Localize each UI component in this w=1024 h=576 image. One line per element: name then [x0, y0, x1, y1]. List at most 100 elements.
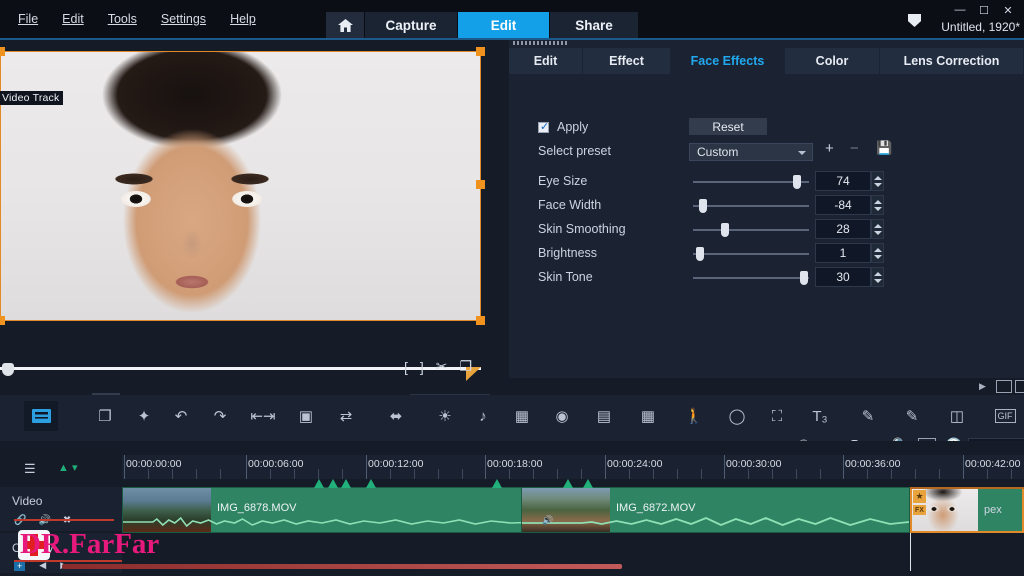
slider-track[interactable]	[693, 181, 809, 183]
expand-clip-icon[interactable]: ⬌	[379, 401, 413, 431]
ruler-minor-tick	[915, 469, 916, 479]
slider-value[interactable]: -84	[815, 195, 871, 215]
cut-icon[interactable]: ✂	[436, 358, 448, 375]
table-row[interactable]: ★ FX pex	[910, 487, 1024, 533]
tab-face-effects[interactable]: Face Effects	[671, 48, 785, 74]
fit-to-timeline-icon[interactable]: ⇤⇥	[246, 401, 280, 431]
ruler-tick	[246, 455, 247, 479]
save-icon[interactable]: 💾	[876, 140, 892, 156]
apply-checkbox[interactable]	[538, 122, 549, 133]
track-manager-icon[interactable]: ☰	[24, 461, 36, 477]
slider-thumb[interactable]	[696, 247, 704, 261]
table-row[interactable]: IMG_6872.MOV 🔊	[521, 487, 910, 533]
tab-color[interactable]: Color	[785, 48, 880, 74]
table-row[interactable]: IMG_6878.MOV	[122, 487, 542, 533]
face-track-icon[interactable]: ⛶	[760, 401, 794, 431]
add-track-icon[interactable]: +	[14, 561, 25, 571]
timeline-marker[interactable]	[328, 479, 338, 488]
tab-edit-props[interactable]: Edit	[509, 48, 583, 74]
menu-item-settings[interactable]: Settings	[151, 9, 216, 29]
slider-thumb[interactable]	[800, 271, 808, 285]
slider-track[interactable]	[693, 253, 809, 255]
minus-icon[interactable]: −	[850, 140, 859, 157]
preview-panel: Video Track [ ] ✂ ❐ Project Clip ⏮ ◀❘ ❘▶…	[0, 40, 509, 395]
slider-value[interactable]: 28	[815, 219, 871, 239]
menu-item-edit[interactable]: Edit	[52, 9, 94, 29]
clip-mute-icon[interactable]: 🔊	[542, 515, 553, 526]
slider-stepper[interactable]	[871, 243, 884, 263]
ruler-minor-tick	[342, 469, 343, 479]
mark-in-icon[interactable]: [	[404, 359, 408, 375]
menu-item-help[interactable]: Help	[220, 9, 266, 29]
undo-icon[interactable]: ↶	[164, 401, 198, 431]
close-icon[interactable]: ✕	[996, 2, 1020, 18]
timeline-marker[interactable]	[563, 479, 573, 488]
tab-share[interactable]: Share	[550, 12, 639, 39]
timeline-horizontal-scrollbar[interactable]	[62, 564, 622, 569]
timeline-marker[interactable]	[341, 479, 351, 488]
media-library-icon[interactable]	[24, 401, 58, 431]
slider-value[interactable]: 74	[815, 171, 871, 191]
motion-track-icon[interactable]: 🚶	[677, 401, 711, 431]
paint-icon[interactable]: ✎	[851, 401, 885, 431]
slider-track[interactable]	[693, 277, 809, 279]
fit-view-icon[interactable]	[996, 380, 1012, 393]
mask-icon[interactable]: ◯	[720, 401, 754, 431]
split-screen-icon[interactable]: ◫	[940, 401, 974, 431]
slider-stepper[interactable]	[871, 219, 884, 239]
menu-item-tools[interactable]: Tools	[98, 9, 147, 29]
tab-effect[interactable]: Effect	[583, 48, 671, 74]
fit-project-icon[interactable]: ▣	[289, 401, 323, 431]
maximize-icon[interactable]: ☐	[972, 2, 996, 18]
ruler-tick	[843, 455, 844, 479]
minimize-icon[interactable]: —	[948, 2, 972, 18]
tab-edit[interactable]: Edit	[458, 12, 550, 39]
slider-row-face-width: Face Width -84	[509, 194, 1024, 218]
drawing-icon[interactable]: ✎	[895, 401, 929, 431]
gif-icon[interactable]: GIF	[988, 401, 1022, 431]
transition-icon[interactable]: ◉	[545, 401, 579, 431]
slider-value[interactable]: 30	[815, 267, 871, 287]
snapshot-icon[interactable]: ❐	[460, 358, 473, 375]
preview-scrubber[interactable]: [ ] ✂ ❐	[0, 358, 509, 385]
title-icon[interactable]: ▤	[587, 401, 621, 431]
panel-expand-icon[interactable]: ▶	[979, 381, 986, 392]
redo-icon[interactable]: ↷	[203, 401, 237, 431]
slider-track[interactable]	[693, 205, 809, 207]
dual-view-icon[interactable]	[1015, 380, 1024, 393]
home-icon[interactable]	[326, 12, 365, 39]
slider-thumb[interactable]	[721, 223, 729, 237]
audio-mixer-icon[interactable]: ♪	[466, 401, 500, 431]
trim-icon[interactable]: ⇄	[329, 401, 363, 431]
title-3d-icon[interactable]: T₃	[803, 401, 837, 431]
panel-drag-handle[interactable]	[513, 41, 569, 45]
preset-dropdown[interactable]: Custom	[689, 143, 813, 161]
video-track-header: Video 🔗 🔊 ✖	[0, 487, 122, 531]
mark-out-icon[interactable]: ]	[420, 359, 424, 375]
slider-value[interactable]: 1	[815, 243, 871, 263]
slider-thumb[interactable]	[699, 199, 707, 213]
copy-clip-icon[interactable]: ❐	[88, 401, 122, 431]
color-wheel-icon[interactable]: ☀	[428, 401, 462, 431]
tab-lens-correction[interactable]: Lens Correction	[880, 48, 1024, 74]
timeline-marker[interactable]	[366, 479, 376, 488]
plus-icon[interactable]: +	[825, 140, 834, 157]
slider-stepper[interactable]	[871, 171, 884, 191]
fix-enhance-icon[interactable]: ✦	[127, 401, 161, 431]
slider-stepper[interactable]	[871, 195, 884, 215]
grid-layout-icon[interactable]: ▦	[631, 401, 665, 431]
slider-thumb[interactable]	[793, 175, 801, 189]
slider-track[interactable]	[693, 229, 809, 231]
marker-dropdown-icon[interactable]: ▲ ▾	[58, 461, 77, 474]
menu-item-file[interactable]: File	[8, 9, 48, 29]
storyboard-icon[interactable]: ▦	[505, 401, 539, 431]
preview-stage[interactable]	[0, 51, 481, 321]
tab-capture[interactable]: Capture	[365, 12, 458, 39]
timeline-marker[interactable]	[583, 479, 593, 488]
timeline-marker[interactable]	[314, 479, 324, 488]
slider-stepper[interactable]	[871, 267, 884, 287]
timeline-marker[interactable]	[492, 479, 502, 488]
reset-button[interactable]: Reset	[689, 118, 767, 135]
slider-row-brightness: Brightness 1	[509, 242, 1024, 266]
scrubber-knob-start[interactable]	[2, 363, 14, 376]
